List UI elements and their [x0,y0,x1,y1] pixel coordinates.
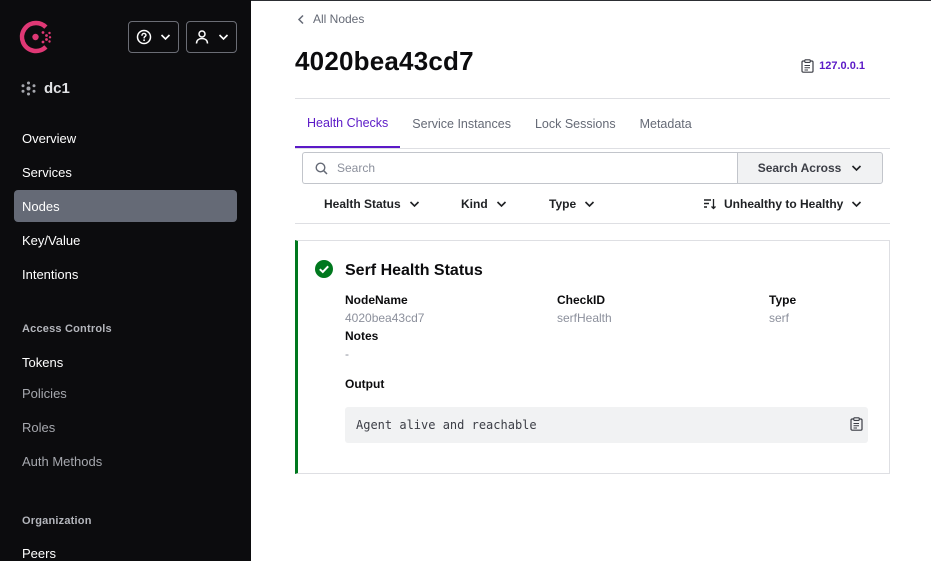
kind-filter[interactable]: Kind [461,188,507,220]
sidebar-item-key-value[interactable]: Key/Value [14,224,237,256]
user-icon [195,30,209,44]
search-across-label: Search Across [757,161,842,175]
clipboard-copy-icon[interactable] [850,417,863,431]
search-across-button[interactable]: Search Across [737,152,883,184]
type-filter[interactable]: Type [549,188,595,220]
sidebar-item-peers[interactable]: Peers [14,537,237,561]
chevron-down-icon [218,34,229,41]
node-address-copy[interactable]: 127.0.0.1 [801,59,865,73]
tab-bar: Health Checks Service Instances Lock Ses… [295,99,890,148]
sidebar-item-tokens[interactable]: Tokens [14,346,237,378]
breadcrumb[interactable]: All Nodes [297,12,364,26]
datacenter-icon [21,81,36,96]
sidebar-item-intentions[interactable]: Intentions [14,258,237,290]
chevron-down-icon [585,201,595,208]
tab-lock-sessions[interactable]: Lock Sessions [523,99,628,148]
divider [295,223,890,224]
search-icon [315,161,328,175]
access-controls-heading: Access Controls [22,323,112,335]
sidebar-item-roles[interactable]: Roles [14,411,237,443]
chevron-down-icon [160,34,171,41]
sidebar-item-services[interactable]: Services [14,156,237,188]
tab-service-instances[interactable]: Service Instances [400,99,523,148]
sidebar-item-policies[interactable]: Policies [14,377,237,409]
health-status-filter[interactable]: Health Status [324,188,420,220]
page-title: 4020bea43cd7 [295,46,474,76]
type-value: serf [769,311,790,325]
sidebar-item-auth-methods[interactable]: Auth Methods [14,445,237,477]
sort-dropdown[interactable]: Unhealthy to Healthy [703,188,862,220]
check-id-label: CheckID [557,293,606,307]
help-menu-button[interactable] [128,21,179,53]
clipboard-copy-icon [801,59,814,73]
chevron-down-icon [852,201,862,208]
notes-value: - [345,347,349,361]
tab-metadata[interactable]: Metadata [628,99,704,148]
breadcrumb-all-nodes: All Nodes [313,12,365,26]
check-circle-icon [315,260,333,278]
consul-logo-icon[interactable] [19,20,53,54]
divider [295,148,890,149]
output-label: Output [345,377,385,391]
main-content: All Nodes 4020bea43cd7 127.0.0.1 Health … [251,0,931,561]
sidebar-item-overview[interactable]: Overview [14,122,237,154]
node-name-label: NodeName [345,293,408,307]
help-icon [136,29,152,45]
datacenter-selector[interactable]: dc1 [21,80,70,97]
output-box: Agent alive and reachable [345,407,868,443]
user-menu-button[interactable] [186,21,237,53]
datacenter-name: dc1 [44,80,70,97]
health-status-filter-label: Health Status [324,197,401,211]
chevron-left-icon [297,14,304,24]
search-placeholder: Search [337,161,376,175]
notes-label: Notes [345,329,379,343]
chevron-down-icon [496,201,506,208]
sidebar-item-nodes[interactable]: Nodes [14,190,237,222]
type-filter-label: Type [549,197,577,211]
sidebar: dc1 Overview Services Nodes Key/Value In… [0,0,251,561]
organization-heading: Organization [22,515,92,527]
node-name-value: 4020bea43cd7 [345,311,425,325]
app: dc1 Overview Services Nodes Key/Value In… [0,0,931,561]
node-address: 127.0.0.1 [819,60,865,72]
health-check-title: Serf Health Status [345,262,483,279]
chevron-down-icon [409,201,419,208]
kind-filter-label: Kind [461,197,488,211]
chevron-down-icon [852,165,862,172]
search-input[interactable]: Search [302,152,738,184]
sort-icon [704,199,716,210]
filter-bar: Health Status Kind Type Unhealthy to Hea… [295,188,890,220]
output-value: Agent alive and reachable [356,418,537,432]
health-check-card: Serf Health Status NodeName 4020bea43cd7… [295,240,890,474]
sort-dropdown-label: Unhealthy to Healthy [724,197,844,211]
type-label: Type [769,293,797,307]
tab-health-checks[interactable]: Health Checks [295,99,401,148]
check-id-value: serfHealth [557,311,612,325]
